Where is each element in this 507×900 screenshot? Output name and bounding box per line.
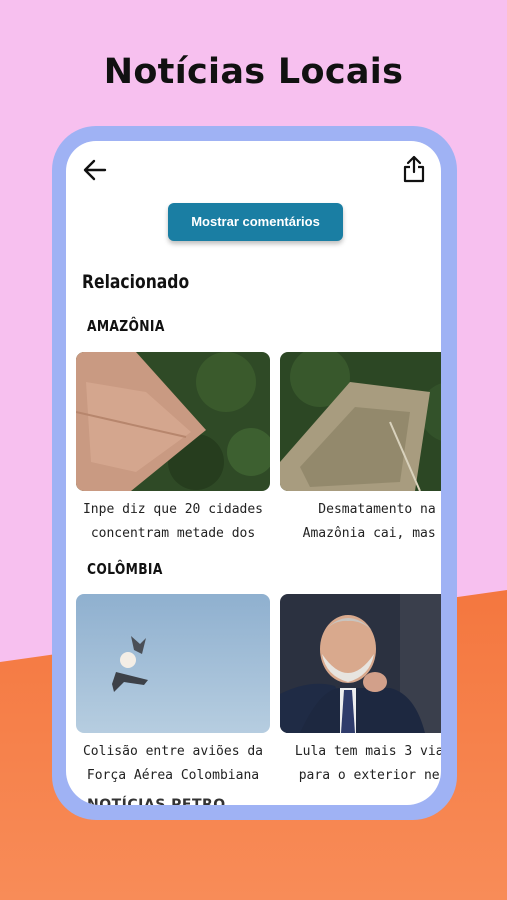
arrow-left-icon[interactable] — [81, 156, 109, 184]
show-comments-button[interactable]: Mostrar comentários — [168, 203, 343, 241]
caption-line: para o exterior nest — [298, 768, 441, 783]
card-caption: Lula tem mais 3 viage para o exterior ne… — [280, 740, 441, 788]
section-label-colombia[interactable]: COLÔMBIA — [87, 560, 163, 578]
caption-line: Inpe diz que 20 cidades — [82, 502, 263, 517]
top-bar — [66, 141, 441, 201]
deforestation-aerial-photo — [280, 352, 441, 491]
app-screen: Mostrar comentários Relacionado AMAZÔNIA… — [66, 141, 441, 805]
card-caption: Inpe diz que 20 cidades concentram metad… — [76, 498, 270, 546]
news-card[interactable]: Colisão entre aviões da Força Aérea Colo… — [76, 594, 270, 794]
card-caption: Colisão entre aviões da Força Aérea Colo… — [76, 740, 270, 788]
politician-portrait-photo — [280, 594, 441, 733]
promo-title: Notícias Locais — [103, 52, 404, 92]
caption-line: Colisão entre aviões da — [82, 744, 263, 759]
deforestation-photo — [76, 352, 270, 491]
caption-line: Força Aérea Colombiana — [86, 768, 260, 783]
caption-line: concentram metade dos — [90, 526, 256, 541]
share-icon[interactable] — [400, 154, 428, 184]
caption-line: Amazônia cai, mas n — [302, 526, 441, 541]
card-caption: Desmatamento na Amazônia cai, mas n — [280, 498, 441, 546]
related-heading: Relacionado — [82, 271, 190, 293]
caption-line: Lula tem mais 3 viage — [294, 744, 441, 759]
news-card[interactable]: Lula tem mais 3 viage para o exterior ne… — [280, 594, 441, 794]
section-label-amazonia[interactable]: AMAZÔNIA — [87, 317, 165, 335]
news-card[interactable]: Desmatamento na Amazônia cai, mas n — [280, 352, 441, 552]
news-card[interactable]: Inpe diz que 20 cidades concentram metad… — [76, 352, 270, 552]
plane-collision-photo — [76, 594, 270, 733]
caption-line: Desmatamento na — [318, 502, 436, 517]
next-section-label-partial: NOTÍCIAS PETRO — [87, 797, 226, 805]
